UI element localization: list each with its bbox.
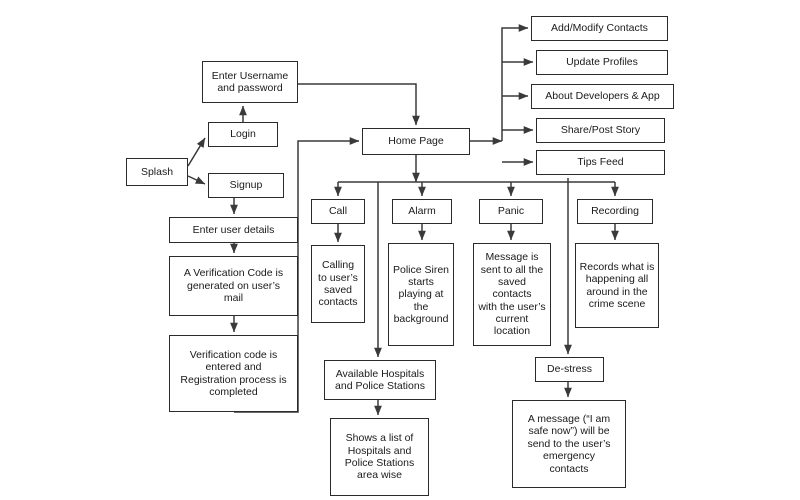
node-label-profiles: Update Profiles (566, 56, 638, 69)
node-signup[interactable]: Signup (208, 173, 284, 198)
node-label-siren: Police Siren starts playing at the backg… (392, 263, 450, 326)
node-label-splash: Splash (140, 165, 174, 178)
node-label-calling: Calling to user’s saved contacts (318, 259, 358, 309)
edge-rightbus-contacts (501, 24, 529, 141)
node-label-hospitals: Available Hospitals and Police Stations (335, 367, 425, 392)
edge-splash-signup (187, 175, 206, 185)
node-label-destress: De-stress (547, 363, 592, 376)
node-label-records: Records what is happening all around in … (579, 260, 655, 310)
node-username[interactable]: Enter Username and password (202, 61, 298, 103)
node-label-share: Share/Post Story (560, 124, 641, 137)
node-userdetails[interactable]: Enter user details (169, 217, 298, 243)
node-siren[interactable]: Police Siren starts playing at the backg… (388, 243, 454, 346)
node-about[interactable]: About Developers & App (531, 84, 674, 109)
flowchart-canvas: Splash Login Signup Enter Username and pass… (0, 0, 800, 500)
node-profiles[interactable]: Update Profiles (536, 50, 668, 75)
node-calling[interactable]: Calling to user’s saved contacts (311, 245, 365, 323)
node-alarm[interactable]: Alarm (392, 199, 452, 224)
node-safemsg[interactable]: A message (“I am safe now”) will be send… (512, 400, 626, 488)
node-contacts[interactable]: Add/Modify Contacts (531, 16, 668, 41)
node-share[interactable]: Share/Post Story (536, 118, 665, 143)
node-label-recording: Recording (591, 205, 639, 218)
node-label-about: About Developers & App (545, 90, 660, 103)
node-label-login: Login (230, 128, 256, 141)
node-label-call: Call (328, 205, 348, 218)
node-call[interactable]: Call (311, 199, 365, 224)
node-label-userdetails: Enter user details (192, 223, 275, 236)
node-label-signup: Signup (229, 179, 263, 192)
node-splash[interactable]: Splash (126, 158, 188, 186)
node-verentered[interactable]: Verification code is entered and Registr… (169, 335, 298, 412)
node-vercode[interactable]: A Verification Code is generated on user… (169, 256, 298, 316)
node-homepage[interactable]: Home Page (362, 128, 470, 155)
node-label-username: Enter Username and password (211, 69, 289, 94)
node-label-homepage: Home Page (388, 135, 444, 148)
node-login[interactable]: Login (208, 122, 278, 147)
node-label-vercode: A Verification Code is generated on user… (183, 267, 284, 305)
node-label-message: Message is sent to all the saved contact… (478, 251, 546, 338)
node-hospitallist[interactable]: Shows a list of Hospitals and Police Sta… (330, 418, 429, 496)
node-destress[interactable]: De-stress (535, 357, 604, 382)
node-label-panic: Panic (497, 205, 525, 218)
node-recording[interactable]: Recording (577, 199, 653, 224)
node-label-hospitallist: Shows a list of Hospitals and Police Sta… (344, 432, 415, 482)
node-label-safemsg: A message (“I am safe now”) will be send… (527, 413, 611, 475)
node-label-verentered: Verification code is entered and Registr… (180, 348, 287, 398)
node-label-tips: Tips Feed (577, 156, 624, 169)
node-message[interactable]: Message is sent to all the saved contact… (473, 243, 551, 346)
node-label-alarm: Alarm (408, 205, 436, 218)
edge-username-homepage (298, 83, 420, 126)
node-tips[interactable]: Tips Feed (536, 150, 665, 175)
edge-splash-login (187, 137, 206, 167)
node-hospitals[interactable]: Available Hospitals and Police Stations (324, 360, 436, 400)
node-records[interactable]: Records what is happening all around in … (575, 243, 659, 328)
node-label-contacts: Add/Modify Contacts (551, 22, 648, 35)
node-panic[interactable]: Panic (479, 199, 543, 224)
